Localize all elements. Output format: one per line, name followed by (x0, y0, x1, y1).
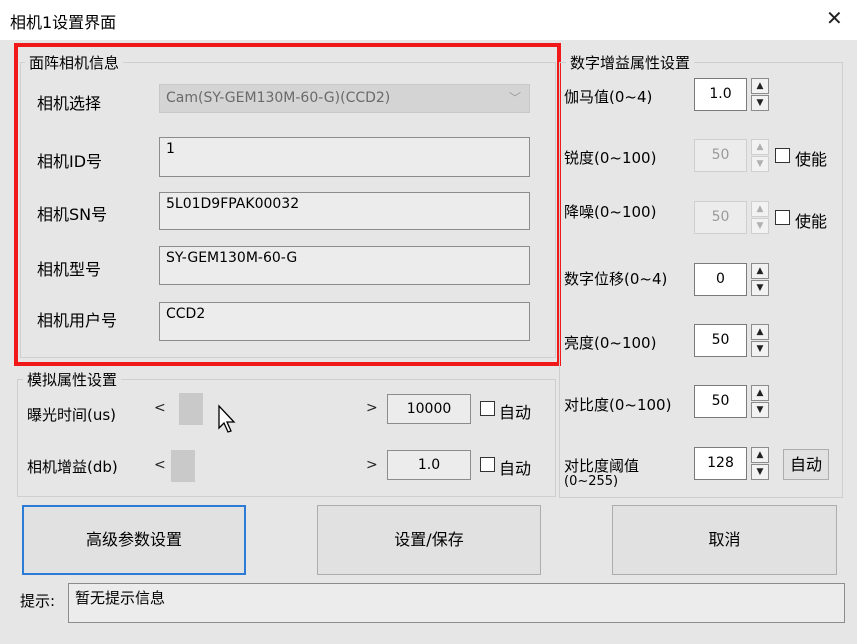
digital-shift-spinbox[interactable]: 0 (694, 263, 747, 296)
denoise-label: 降噪(0~100) (564, 203, 657, 221)
exposure-auto-label: 自动 (499, 403, 532, 422)
advanced-settings-button[interactable]: 高级参数设置 (22, 505, 246, 575)
sharpness-spinbox[interactable]: 50 (694, 139, 747, 172)
denoise-up-button[interactable]: ▲ (751, 201, 769, 217)
denoise-enable-label: 使能 (795, 212, 828, 231)
contrast-up-button[interactable]: ▲ (751, 385, 769, 401)
digital-shift-down-button[interactable]: ▼ (751, 280, 769, 296)
brightness-up-button[interactable]: ▲ (751, 324, 769, 340)
contrast-threshold-spinbox[interactable]: 128 (694, 447, 747, 480)
brightness-spinbox[interactable]: 50 (694, 324, 747, 357)
exposure-value-field[interactable]: 10000 (387, 394, 471, 424)
brightness-label: 亮度(0~100) (564, 334, 657, 352)
title-bar (0, 0, 857, 40)
digital-shift-label: 数字位移(0~4) (564, 270, 668, 288)
gain-slider-thumb[interactable] (171, 450, 195, 482)
gain-auto-checkbox[interactable] (480, 457, 495, 472)
analog-group-title: 模拟属性设置 (23, 369, 122, 390)
contrast-label: 对比度(0~100) (564, 396, 672, 414)
denoise-spinbox[interactable]: 50 (694, 201, 747, 234)
sharpness-enable-checkbox[interactable] (775, 148, 790, 163)
brightness-down-button[interactable]: ▼ (751, 341, 769, 357)
mouse-cursor-icon (218, 404, 236, 433)
sharpness-enable-label: 使能 (795, 150, 828, 169)
window-title: 相机1设置界面 (10, 13, 117, 32)
exposure-increase-arrow[interactable]: > (366, 400, 378, 416)
sharpness-up-button[interactable]: ▲ (751, 139, 769, 155)
gamma-up-button[interactable]: ▲ (751, 78, 769, 94)
gamma-down-button[interactable]: ▼ (751, 95, 769, 111)
gain-increase-arrow[interactable]: > (366, 457, 378, 473)
gamma-spinbox[interactable]: 1.0 (694, 78, 747, 111)
close-icon[interactable]: ✕ (826, 6, 843, 30)
gamma-label: 伽马值(0~4) (564, 88, 653, 106)
save-button[interactable]: 设置/保存 (317, 505, 541, 575)
sharpness-label: 锐度(0~100) (564, 149, 657, 167)
contrast-threshold-label: 对比度阈值 (564, 457, 640, 475)
hint-label: 提示: (20, 592, 56, 610)
contrast-threshold-range: (0~255) (564, 474, 619, 489)
exposure-slider-thumb[interactable] (179, 393, 203, 425)
contrast-threshold-auto-button[interactable]: 自动 (783, 449, 829, 480)
exposure-label: 曝光时间(us) (27, 406, 117, 424)
gain-decrease-arrow[interactable]: < (154, 457, 166, 473)
contrast-threshold-up-button[interactable]: ▲ (751, 447, 769, 463)
gain-auto-label: 自动 (499, 459, 532, 478)
contrast-threshold-down-button[interactable]: ▼ (751, 464, 769, 480)
cancel-button[interactable]: 取消 (612, 505, 837, 575)
denoise-enable-checkbox[interactable] (775, 210, 790, 225)
denoise-down-button[interactable]: ▼ (751, 218, 769, 234)
exposure-auto-checkbox[interactable] (480, 401, 495, 416)
contrast-down-button[interactable]: ▼ (751, 402, 769, 418)
gain-slider[interactable]: < > (150, 450, 382, 482)
digital-shift-up-button[interactable]: ▲ (751, 263, 769, 279)
exposure-slider[interactable]: < > (150, 393, 382, 425)
contrast-spinbox[interactable]: 50 (694, 385, 747, 418)
sharpness-down-button[interactable]: ▼ (751, 156, 769, 172)
gain-label: 相机增益(db) (27, 458, 118, 476)
highlight-box (14, 43, 561, 366)
exposure-decrease-arrow[interactable]: < (154, 400, 166, 416)
digital-group-title: 数字增益属性设置 (566, 52, 695, 73)
hint-field: 暂无提示信息 (68, 583, 845, 623)
gain-value-field[interactable]: 1.0 (387, 450, 471, 480)
